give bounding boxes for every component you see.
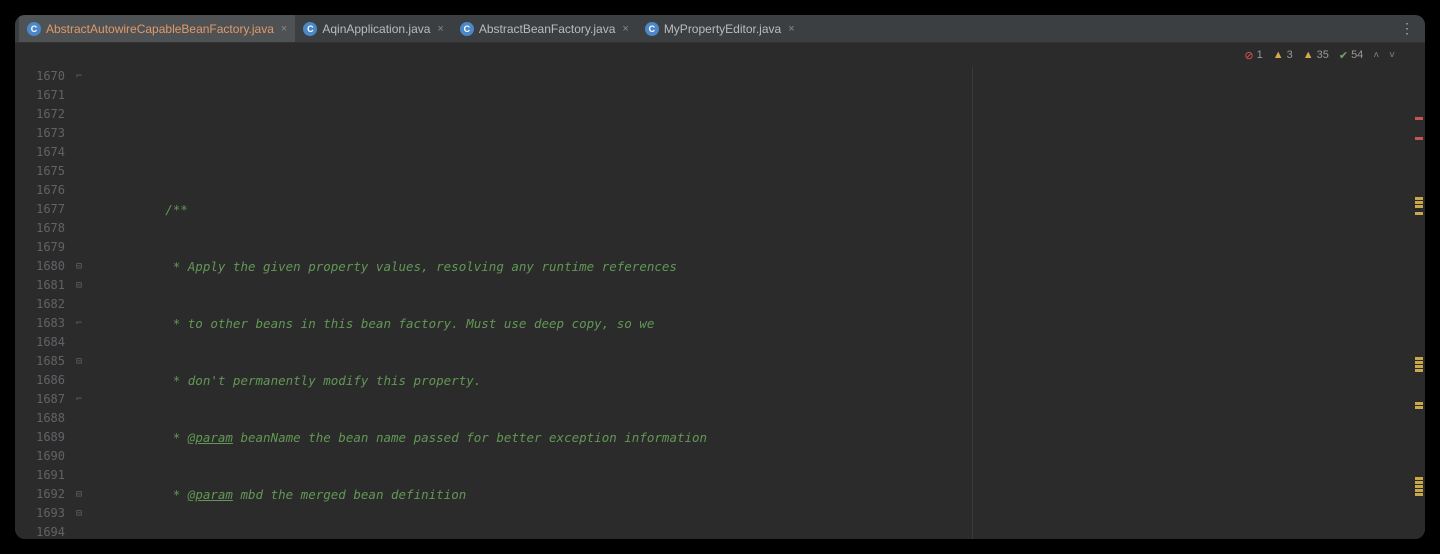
- warnings-indicator[interactable]: ▲ 35: [1303, 49, 1329, 61]
- line-number: 1687: [15, 390, 65, 409]
- stripe-warning[interactable]: [1415, 493, 1423, 496]
- tab-bar: C AbstractAutowireCapableBeanFactory.jav…: [15, 15, 1425, 43]
- close-icon[interactable]: ×: [281, 23, 287, 35]
- line-number: 1685: [15, 352, 65, 371]
- tab-abstractbeanfactory[interactable]: C AbstractBeanFactory.java ×: [452, 15, 637, 42]
- warning-count: 35: [1317, 49, 1329, 61]
- fold-toggle[interactable]: ⊟: [76, 276, 82, 295]
- fold-toggle[interactable]: ⌐: [76, 314, 82, 333]
- fold-toggle[interactable]: ⊟: [76, 485, 82, 504]
- code-line: * don't permanently modify this property…: [87, 371, 1413, 390]
- stripe-warning[interactable]: [1415, 365, 1423, 368]
- kebab-icon[interactable]: ⋮: [1400, 21, 1415, 37]
- line-number: 1679: [15, 238, 65, 257]
- tab-label: AqinApplication.java: [322, 22, 430, 36]
- code-line: * Apply the given property values, resol…: [87, 257, 1413, 276]
- stripe-warning[interactable]: [1415, 361, 1423, 364]
- stripe-error[interactable]: [1415, 137, 1423, 140]
- tab-label: AbstractAutowireCapableBeanFactory.java: [46, 22, 274, 36]
- fold-toggle[interactable]: ⊟: [76, 352, 82, 371]
- class-icon: C: [460, 22, 474, 36]
- stripe-warning[interactable]: [1415, 205, 1423, 208]
- stripe-warning[interactable]: [1415, 481, 1423, 484]
- code-line: [87, 143, 1413, 162]
- fold-column: ⌐⊟⊟⌐⊟⌐⊟⊟: [75, 67, 87, 539]
- stripe-warning[interactable]: [1415, 212, 1423, 215]
- tab-aqinapplication[interactable]: C AqinApplication.java ×: [295, 15, 452, 42]
- right-margin: [972, 67, 973, 539]
- stripe-warning[interactable]: [1415, 406, 1423, 409]
- warning-high-count: 3: [1287, 49, 1293, 61]
- error-icon: ⊘: [1244, 49, 1253, 62]
- ok-indicator[interactable]: ✔ 54: [1339, 49, 1363, 62]
- line-number: 1688: [15, 409, 65, 428]
- ok-count: 54: [1351, 49, 1363, 61]
- line-number: 1692: [15, 485, 65, 504]
- line-number: 1690: [15, 447, 65, 466]
- class-icon: C: [27, 22, 41, 36]
- code-line: * @param mbd the merged bean definition: [87, 485, 1413, 504]
- stripe-warning[interactable]: [1415, 357, 1423, 360]
- line-number: 1682: [15, 295, 65, 314]
- line-number: 1677: [15, 200, 65, 219]
- tab-mypropertyeditor[interactable]: C MyPropertyEditor.java ×: [637, 15, 803, 42]
- fold-toggle[interactable]: ⌐: [76, 390, 82, 409]
- check-icon: ✔: [1339, 49, 1348, 62]
- line-number: 1680: [15, 257, 65, 276]
- tab-abstractautowire[interactable]: C AbstractAutowireCapableBeanFactory.jav…: [19, 15, 295, 42]
- line-number: 1673: [15, 124, 65, 143]
- class-icon: C: [645, 22, 659, 36]
- warnings-high-indicator[interactable]: ▲ 3: [1273, 49, 1293, 61]
- stripe-warning[interactable]: [1415, 201, 1423, 204]
- errors-indicator[interactable]: ⊘ 1: [1244, 49, 1262, 62]
- code-line: /**: [87, 200, 1413, 219]
- line-number: 1684: [15, 333, 65, 352]
- stripe-error[interactable]: [1415, 117, 1423, 120]
- code-area[interactable]: /** * Apply the given property values, r…: [87, 67, 1413, 539]
- editor-body: 1670167116721673167416751676167716781679…: [15, 67, 1425, 539]
- fold-toggle[interactable]: ⊟: [76, 257, 82, 276]
- chevron-up-icon[interactable]: ˄: [1373, 50, 1379, 61]
- error-count: 1: [1257, 49, 1263, 61]
- inspections-bar: ⊘ 1 ▲ 3 ▲ 35 ✔ 54 ˄ ˅: [15, 43, 1425, 67]
- close-icon[interactable]: ×: [437, 23, 443, 35]
- editor-window: C AbstractAutowireCapableBeanFactory.jav…: [15, 15, 1425, 539]
- line-number: 1674: [15, 143, 65, 162]
- line-number: 1694: [15, 523, 65, 539]
- tab-label: MyPropertyEditor.java: [664, 22, 781, 36]
- line-number: 1676: [15, 181, 65, 200]
- stripe-warning[interactable]: [1415, 369, 1423, 372]
- line-number: 1678: [15, 219, 65, 238]
- line-number: 1693: [15, 504, 65, 523]
- line-number: 1689: [15, 428, 65, 447]
- warning-icon: ▲: [1303, 49, 1314, 61]
- stripe-warning[interactable]: [1415, 485, 1423, 488]
- class-icon: C: [303, 22, 317, 36]
- line-number: 1671: [15, 86, 65, 105]
- stripe-warning[interactable]: [1415, 477, 1423, 480]
- line-gutter: 1670167116721673167416751676167716781679…: [15, 67, 75, 539]
- line-number: 1675: [15, 162, 65, 181]
- close-icon[interactable]: ×: [788, 23, 794, 35]
- stripe-warning[interactable]: [1415, 402, 1423, 405]
- chevron-down-icon[interactable]: ˅: [1389, 50, 1395, 61]
- line-number: 1672: [15, 105, 65, 124]
- stripe-warning[interactable]: [1415, 197, 1423, 200]
- fold-toggle[interactable]: ⊟: [76, 504, 82, 523]
- code-line: * to other beans in this bean factory. M…: [87, 314, 1413, 333]
- line-number: 1691: [15, 466, 65, 485]
- line-number: 1670: [15, 67, 65, 86]
- line-number: 1686: [15, 371, 65, 390]
- tab-label: AbstractBeanFactory.java: [479, 22, 616, 36]
- code-line: * @param beanName the bean name passed f…: [87, 428, 1413, 447]
- line-number: 1683: [15, 314, 65, 333]
- warning-icon: ▲: [1273, 49, 1284, 61]
- stripe-warning[interactable]: [1415, 489, 1423, 492]
- line-number: 1681: [15, 276, 65, 295]
- error-stripe[interactable]: [1413, 67, 1425, 539]
- fold-toggle[interactable]: ⌐: [76, 67, 82, 86]
- close-icon[interactable]: ×: [622, 23, 628, 35]
